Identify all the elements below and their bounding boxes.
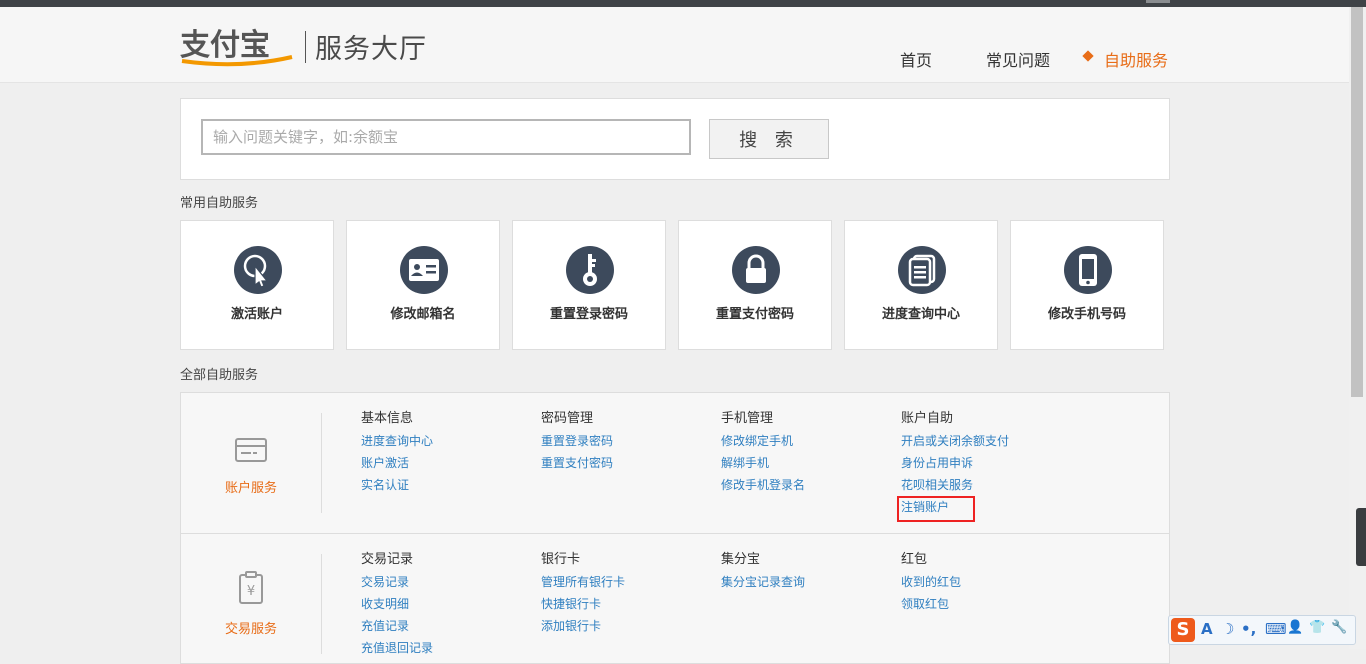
- site-header: 支付宝 服务大厅 首页 常见问题 自助服务: [0, 7, 1366, 83]
- link-quick-bank-card[interactable]: 快捷银行卡: [541, 593, 625, 615]
- side-widget-tab[interactable]: [1356, 508, 1366, 566]
- search-panel: 搜 索: [180, 98, 1170, 180]
- service-card-label: 进度查询中心: [881, 307, 960, 322]
- link-modify-bound-phone[interactable]: 修改绑定手机: [721, 430, 805, 452]
- service-card-label: 重置登录密码: [549, 307, 628, 322]
- row-divider: [181, 533, 1169, 534]
- ime-punctuation-icon[interactable]: •,: [1241, 620, 1256, 638]
- column-heading: 密码管理: [541, 411, 594, 426]
- link-progress-center[interactable]: 进度查询中心: [361, 430, 433, 452]
- column-password-management: 密码管理 重置登录密码 重置支付密码: [541, 408, 613, 474]
- all-services-panel: 账户服务 基本信息 进度查询中心 账户激活 实名认证 密码管理 重置登录密码 重…: [180, 392, 1170, 664]
- close-account-highlight-box: [897, 496, 975, 522]
- cursor-click-icon: [234, 246, 282, 294]
- category-divider: [321, 554, 322, 654]
- mobile-phone-icon: [1064, 246, 1112, 294]
- search-input[interactable]: [201, 119, 691, 155]
- column-heading: 交易记录: [361, 552, 414, 567]
- service-card-reset-login-password[interactable]: 重置登录密码: [512, 220, 666, 350]
- ime-keyboard-icon[interactable]: ⌨: [1265, 620, 1287, 638]
- link-jifenbao-records[interactable]: 集分宝记录查询: [721, 571, 805, 593]
- service-card-progress-center[interactable]: 进度查询中心: [844, 220, 998, 350]
- scrollbar-thumb[interactable]: [1351, 7, 1363, 397]
- search-button[interactable]: 搜 索: [709, 119, 829, 159]
- ime-settings-icon[interactable]: 🔧: [1331, 620, 1347, 635]
- alipay-logo[interactable]: 支付宝: [180, 25, 300, 67]
- nav-faq[interactable]: 常见问题: [986, 47, 1050, 71]
- card-icon: [235, 438, 267, 462]
- link-reset-login-password[interactable]: 重置登录密码: [541, 430, 613, 452]
- link-recharge-refund-records[interactable]: 充值退回记录: [361, 637, 433, 659]
- service-card-label: 修改手机号码: [1047, 307, 1126, 322]
- service-card-label: 重置支付密码: [715, 307, 794, 322]
- column-basic-info: 基本信息 进度查询中心 账户激活 实名认证: [361, 408, 433, 496]
- ime-skin-icon[interactable]: 👕: [1309, 620, 1325, 635]
- lock-icon: [732, 246, 780, 294]
- category-label: 账户服务: [224, 481, 277, 496]
- service-card-reset-pay-password[interactable]: 重置支付密码: [678, 220, 832, 350]
- column-phone-management: 手机管理 修改绑定手机 解绑手机 修改手机登录名: [721, 408, 805, 496]
- key-icon: [566, 246, 614, 294]
- ime-moon-icon[interactable]: ☽: [1221, 620, 1234, 638]
- category-label: 交易服务: [224, 622, 277, 637]
- logo-separator: [305, 31, 306, 63]
- ime-user-icon[interactable]: 👤: [1287, 620, 1303, 635]
- nav-self-service[interactable]: 自助服务: [1104, 47, 1168, 71]
- ime-toolbar: S A ☽ •, ⌨ 👤 👕 🔧: [1168, 615, 1356, 645]
- link-activate-account[interactable]: 账户激活: [361, 452, 433, 474]
- column-heading: 手机管理: [721, 411, 774, 426]
- link-transaction-records[interactable]: 交易记录: [361, 571, 433, 593]
- all-services-title: 全部自助服务: [180, 368, 259, 383]
- documents-icon: [898, 246, 946, 294]
- column-heading: 账户自助: [901, 411, 954, 426]
- service-card-label: 修改邮箱名: [390, 307, 456, 322]
- link-identity-appeal[interactable]: 身份占用申诉: [901, 452, 1009, 474]
- column-red-envelopes: 红包 收到的红包 领取红包: [901, 549, 961, 615]
- service-card-modify-email[interactable]: 修改邮箱名: [346, 220, 500, 350]
- svg-text:¥: ¥: [247, 584, 255, 599]
- column-heading: 银行卡: [541, 552, 581, 567]
- link-income-expense-detail[interactable]: 收支明细: [361, 593, 433, 615]
- site-subtitle: 服务大厅: [315, 34, 427, 65]
- link-received-red-envelopes[interactable]: 收到的红包: [901, 571, 961, 593]
- id-card-icon: [400, 246, 448, 294]
- nav-home[interactable]: 首页: [900, 47, 932, 71]
- link-reset-pay-password[interactable]: 重置支付密码: [541, 452, 613, 474]
- link-manage-bank-cards[interactable]: 管理所有银行卡: [541, 571, 625, 593]
- link-real-name-auth[interactable]: 实名认证: [361, 474, 433, 496]
- service-card-modify-phone[interactable]: 修改手机号码: [1010, 220, 1164, 350]
- browser-tab-marker: [1146, 0, 1170, 3]
- column-transaction-records: 交易记录 交易记录 收支明细 充值记录 充值退回记录: [361, 549, 433, 659]
- common-services-title: 常用自助服务: [180, 196, 259, 211]
- receipt-yuan-icon: ¥: [239, 571, 263, 604]
- column-heading: 红包: [901, 552, 928, 567]
- column-bank-cards: 银行卡 管理所有银行卡 快捷银行卡 添加银行卡: [541, 549, 625, 637]
- link-unbind-phone[interactable]: 解绑手机: [721, 452, 805, 474]
- column-jifenbao: 集分宝 集分宝记录查询: [721, 549, 805, 593]
- link-recharge-records[interactable]: 充值记录: [361, 615, 433, 637]
- sogou-logo-icon[interactable]: S: [1171, 618, 1195, 642]
- service-card-label: 激活账户: [230, 307, 283, 322]
- ime-letter-icon[interactable]: A: [1201, 620, 1213, 638]
- link-toggle-balance-pay[interactable]: 开启或关闭余额支付: [901, 430, 1009, 452]
- column-heading: 基本信息: [361, 411, 414, 426]
- nav-active-marker-icon: [1082, 50, 1094, 62]
- alipay-logo-text: 支付宝: [180, 28, 270, 63]
- link-modify-phone-login[interactable]: 修改手机登录名: [721, 474, 805, 496]
- link-claim-red-envelope[interactable]: 领取红包: [901, 593, 961, 615]
- service-card-activate-account[interactable]: 激活账户: [180, 220, 334, 350]
- link-huabei-services[interactable]: 花呗相关服务: [901, 474, 1009, 496]
- category-divider: [321, 413, 322, 513]
- column-heading: 集分宝: [721, 552, 761, 567]
- link-add-bank-card[interactable]: 添加银行卡: [541, 615, 625, 637]
